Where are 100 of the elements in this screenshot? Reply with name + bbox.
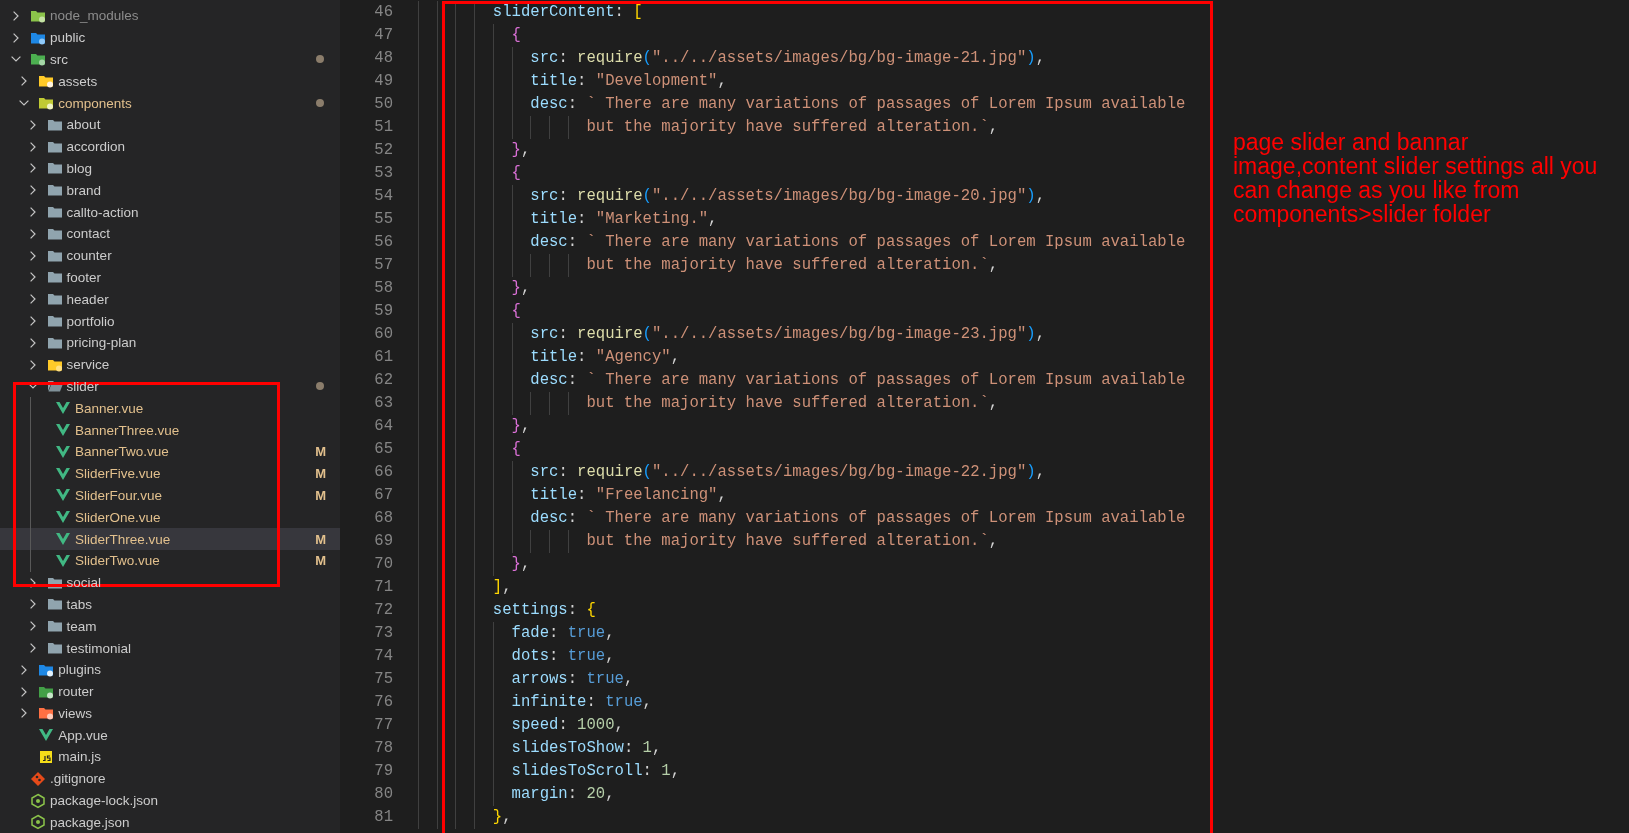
line-number: 61 — [373, 347, 393, 368]
chevron-icon — [29, 359, 36, 370]
code-line: settings: { — [418, 599, 596, 622]
file-item[interactable]: SliderFive.vue M — [0, 462, 340, 485]
folder-item[interactable]: about — [0, 114, 340, 136]
code-line: title: "Marketing.", — [418, 208, 718, 231]
folder-item[interactable]: views — [0, 702, 340, 725]
file-item[interactable]: .gitignore — [0, 767, 340, 790]
file-item[interactable]: SliderTwo.vue M — [0, 549, 340, 572]
line-number: 79 — [373, 761, 393, 782]
code-line: desc: ` There are many variations of passages of Lorem Ipsum available — [418, 231, 1186, 254]
folder-item[interactable]: callto-action — [0, 201, 340, 223]
line-number: 72 — [373, 600, 393, 621]
line-number: 73 — [373, 623, 393, 644]
folder-item[interactable]: counter — [0, 244, 340, 267]
code-line: but the majority have suffered alteration.`, — [418, 254, 999, 277]
line-number: 51 — [373, 117, 393, 138]
folder-icon — [46, 182, 63, 199]
folder-item[interactable]: brand — [0, 179, 340, 202]
code-line: title: "Freelancing", — [418, 484, 727, 507]
folder-item[interactable]: node_modules — [0, 5, 340, 27]
code-line: { — [418, 438, 521, 461]
folder-item[interactable]: accordion — [0, 135, 340, 158]
folder-item[interactable]: footer — [0, 266, 340, 289]
folder-icon — [46, 596, 63, 613]
file-item[interactable]: main.js — [0, 746, 340, 768]
file-item[interactable]: BannerThree.vue — [0, 419, 340, 441]
folder-item[interactable]: testimonial — [0, 637, 340, 659]
line-number: 54 — [373, 186, 393, 207]
code-line: desc: ` There are many variations of passages of Lorem Ipsum available — [418, 93, 1186, 116]
code-line: title: "Development", — [418, 70, 727, 93]
file-item[interactable]: BannerTwo.vue M — [0, 440, 340, 463]
line-number: 53 — [373, 163, 393, 184]
folder-item[interactable]: blog — [0, 157, 340, 180]
line-number: 70 — [373, 554, 393, 575]
folder-item[interactable]: service — [0, 353, 340, 376]
chevron-icon — [21, 686, 28, 697]
code-line: ], — [418, 576, 512, 599]
chevron-icon — [29, 207, 36, 218]
vue-logo-icon — [54, 443, 71, 460]
node-hexagon-icon — [30, 792, 46, 809]
folder-icon — [38, 73, 55, 90]
chevron-icon — [29, 228, 36, 239]
file-item[interactable]: package-lock.json — [0, 789, 340, 812]
file-item[interactable]: Banner.vue — [0, 397, 340, 420]
folder-item[interactable]: router — [0, 680, 340, 703]
folder-item[interactable]: header — [0, 288, 340, 311]
folder-item[interactable]: public — [0, 26, 340, 49]
code-line: speed: 1000, — [418, 714, 624, 737]
folder-item[interactable]: plugins — [0, 658, 340, 681]
line-number: 50 — [373, 94, 393, 115]
chevron-icon — [27, 383, 38, 390]
line-number: 81 — [373, 807, 393, 828]
code-line: }, — [418, 553, 531, 576]
line-number: 78 — [373, 738, 393, 759]
folder-icon — [46, 313, 63, 330]
chevron-icon — [29, 294, 36, 305]
folder-item[interactable]: assets — [0, 70, 340, 93]
code-line: but the majority have suffered alteration.`, — [418, 116, 999, 139]
line-number: 48 — [373, 48, 393, 69]
chevron-icon — [13, 10, 19, 21]
folder-item[interactable]: src — [0, 48, 340, 71]
code-line: src: require("../../assets/images/bg/bg-image-20.jpg"), — [418, 185, 1045, 208]
line-number: 59 — [373, 301, 393, 322]
line-number: 49 — [373, 71, 393, 92]
chevron-icon — [29, 621, 36, 632]
folder-icon — [46, 618, 63, 635]
file-item[interactable]: SliderFour.vue M — [0, 484, 340, 507]
line-number: 65 — [373, 439, 393, 460]
file-item[interactable]: SliderOne.vue — [0, 506, 340, 529]
folder-icon — [38, 705, 55, 722]
chevron-icon — [29, 185, 36, 196]
folder-item[interactable]: tabs — [0, 593, 340, 616]
chevron-icon — [29, 316, 36, 327]
code-line: infinite: true, — [418, 691, 652, 714]
line-number: 56 — [373, 232, 393, 253]
code-line: }, — [418, 277, 531, 300]
file-item[interactable]: SliderThree.vue M — [0, 528, 340, 550]
git-status-letter: M — [315, 531, 326, 547]
folder-icon — [46, 378, 63, 395]
chevron-icon — [11, 56, 21, 63]
folder-item[interactable]: pricing-plan — [0, 331, 340, 354]
folder-item[interactable]: components — [0, 92, 340, 114]
line-number: 66 — [373, 462, 393, 483]
folder-item[interactable]: team — [0, 615, 340, 638]
file-item[interactable]: package.json — [0, 811, 340, 833]
chevron-icon — [21, 76, 28, 87]
code-line: }, — [418, 806, 512, 829]
line-number: 68 — [373, 508, 393, 529]
file-item[interactable]: App.vue — [0, 724, 340, 747]
folder-item[interactable]: portfolio — [0, 310, 340, 332]
git-status-letter: M — [315, 553, 326, 569]
line-number: 71 — [373, 577, 393, 598]
line-number: 46 — [373, 2, 393, 23]
folder-icon — [46, 204, 63, 221]
folder-item[interactable]: contact — [0, 222, 340, 245]
chevron-icon — [29, 119, 36, 130]
chevron-icon — [29, 141, 36, 152]
code-line: but the majority have suffered alteration.`, — [418, 392, 999, 415]
code-line: { — [418, 24, 521, 47]
